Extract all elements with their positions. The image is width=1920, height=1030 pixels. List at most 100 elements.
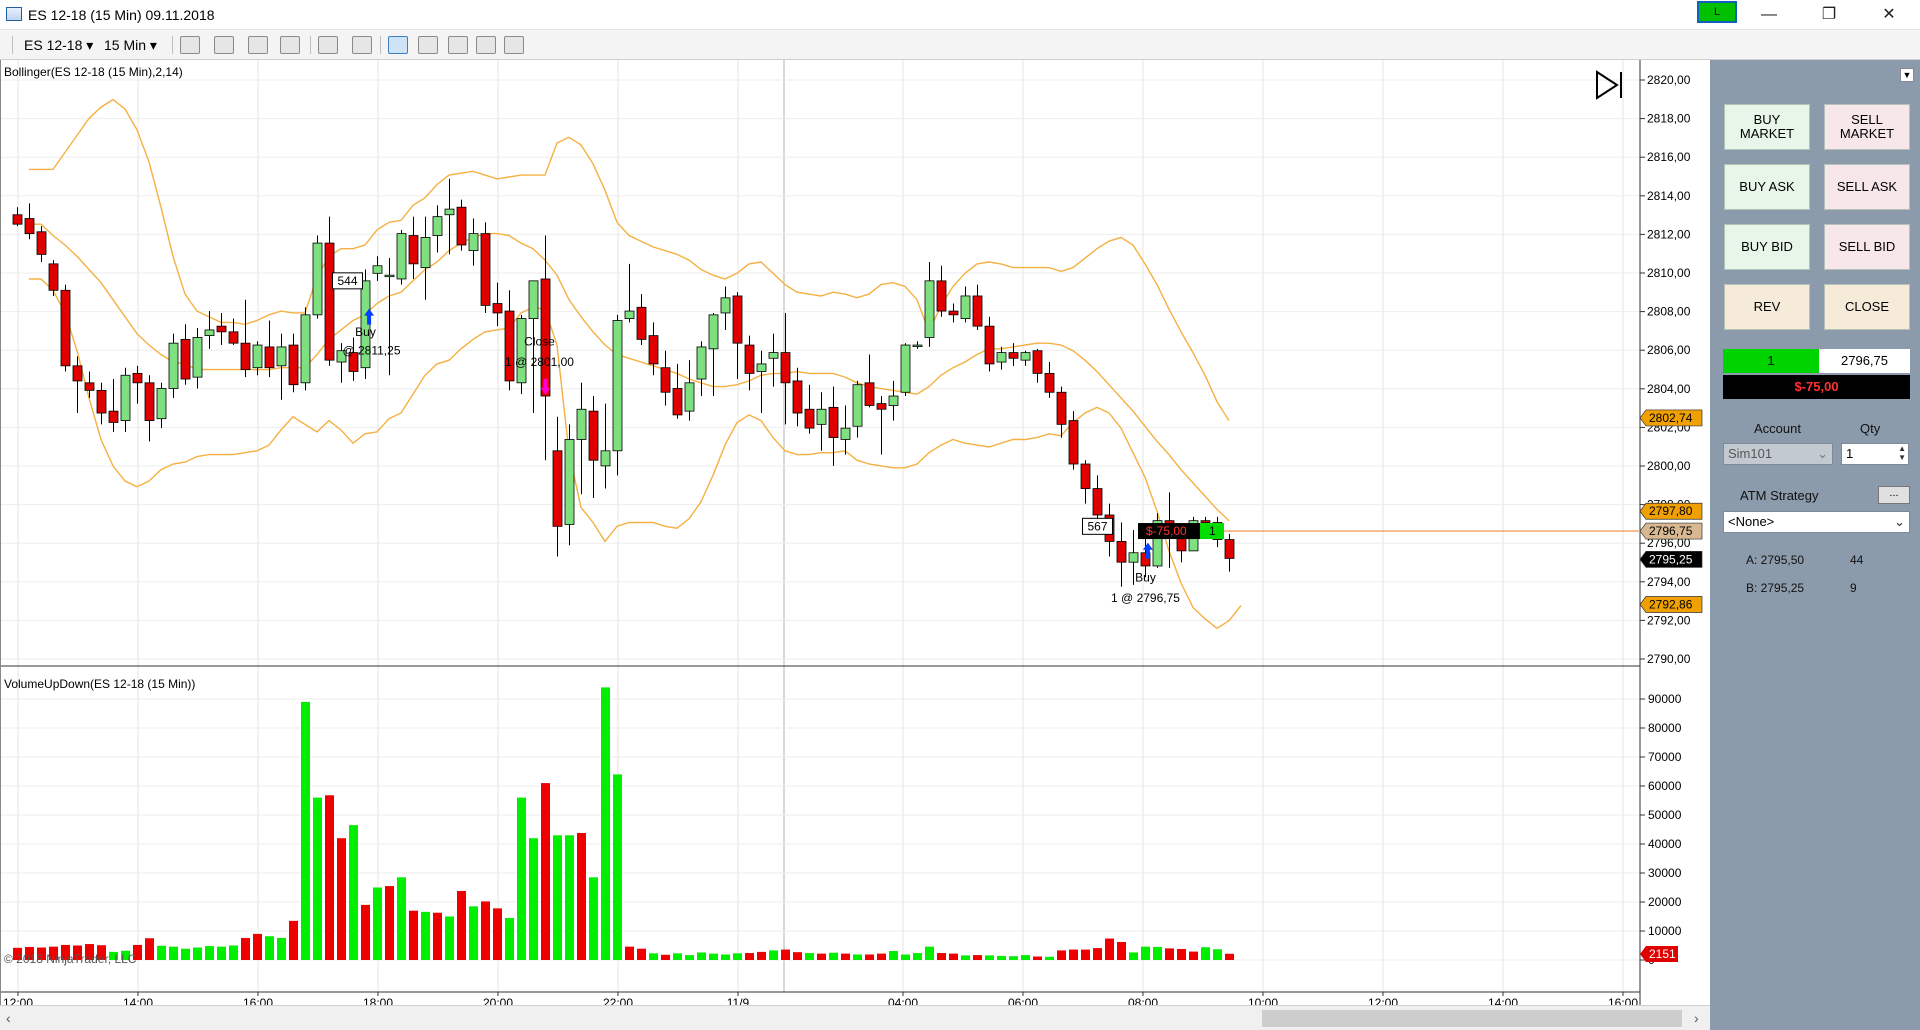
y-tick-label: 2810,00 bbox=[1647, 266, 1691, 280]
volume-bar bbox=[337, 838, 346, 960]
zoom-icon[interactable] bbox=[352, 36, 372, 54]
volume-bar bbox=[565, 835, 574, 960]
close-icon[interactable]: ✕ bbox=[1866, 0, 1912, 30]
candle-body bbox=[180, 338, 191, 380]
y-tick-label: 2806,00 bbox=[1647, 343, 1691, 357]
horizontal-scrollbar[interactable]: ‹ › bbox=[0, 1005, 1710, 1030]
buy-ask-button[interactable]: BUY ASK bbox=[1724, 164, 1810, 210]
volume-bar bbox=[505, 917, 514, 960]
reverse-button[interactable]: REV bbox=[1724, 284, 1810, 330]
volume-bar bbox=[601, 687, 610, 960]
trade-count-label: 544 bbox=[337, 274, 357, 288]
candle-body bbox=[984, 325, 995, 365]
volume-bar bbox=[673, 953, 682, 960]
grid bbox=[0, 60, 1640, 992]
buy-bid-button[interactable]: BUY BID bbox=[1724, 224, 1810, 270]
candle-body bbox=[672, 388, 683, 416]
candle-body bbox=[636, 306, 647, 340]
chart-canvas[interactable]: 12:00 14:00 16:00 18:00 20:00 22:00 11/9 04:00 0… bbox=[0, 60, 1710, 1005]
candlestick-series bbox=[12, 178, 1235, 587]
volume-bar bbox=[937, 953, 946, 960]
y-tick-label: 2794,00 bbox=[1647, 575, 1691, 589]
minimize-icon[interactable]: — bbox=[1746, 0, 1792, 30]
templates-icon[interactable] bbox=[448, 36, 468, 54]
sell-ask-button[interactable]: SELL ASK bbox=[1824, 164, 1910, 210]
unrealized-pnl: $-75,00 bbox=[1723, 375, 1910, 399]
trade-count-label: 567 bbox=[1087, 519, 1107, 533]
volume-bar bbox=[529, 838, 538, 960]
chevron-down-icon: ⌄ bbox=[1894, 514, 1905, 529]
buy-market-button[interactable]: BUY MARKET bbox=[1724, 104, 1810, 150]
volume-bar bbox=[1225, 953, 1234, 960]
price-marker-label: 2795,25 bbox=[1649, 552, 1693, 566]
volume-bar bbox=[721, 954, 730, 960]
candle-body bbox=[216, 325, 227, 333]
atm-options-button[interactable]: ... bbox=[1878, 486, 1910, 504]
atm-strategy-value: <None> bbox=[1728, 514, 1775, 529]
bollinger-bands bbox=[29, 98, 1242, 630]
candle-body bbox=[684, 382, 695, 412]
candle-body bbox=[384, 274, 395, 278]
volume-bar bbox=[289, 920, 298, 960]
volume-bar bbox=[1081, 949, 1090, 960]
volume-bar bbox=[997, 955, 1006, 960]
candle-body bbox=[48, 263, 59, 291]
candle-body bbox=[972, 295, 983, 327]
position-pnl-text: $-75,00 bbox=[1146, 524, 1187, 538]
volume-bar bbox=[829, 952, 838, 960]
y-tick-label: 60000 bbox=[1648, 779, 1682, 793]
y-tick-label: 2818,00 bbox=[1647, 112, 1691, 126]
candle-body bbox=[1044, 372, 1055, 393]
y-tick-label: 20000 bbox=[1648, 895, 1682, 909]
chart-trader-icon[interactable] bbox=[388, 36, 408, 54]
volume-bar bbox=[397, 877, 406, 960]
chart-style-icon[interactable] bbox=[180, 36, 200, 54]
volume-bar bbox=[577, 832, 586, 960]
strategy-icon[interactable] bbox=[248, 36, 268, 54]
sell-market-button[interactable]: SELL MARKET bbox=[1824, 104, 1910, 150]
money-icon[interactable] bbox=[476, 36, 496, 54]
account-select[interactable]: Sim101 ⌄ bbox=[1723, 443, 1833, 465]
price-marker-label: 2796,75 bbox=[1649, 524, 1693, 538]
volume-bar bbox=[373, 887, 382, 960]
stepper-arrows-icon[interactable]: ▲ ▼ bbox=[1898, 444, 1906, 462]
hide-icon[interactable] bbox=[280, 36, 300, 54]
volume-marker-label: 2151 bbox=[1649, 947, 1676, 961]
scroll-left-icon[interactable]: ‹ bbox=[6, 1010, 11, 1026]
volume-bar bbox=[613, 774, 622, 960]
candle-body bbox=[996, 352, 1007, 363]
quantity-stepper[interactable]: 1 ▲ ▼ bbox=[1841, 443, 1909, 465]
y-tick-label: 30000 bbox=[1648, 866, 1682, 880]
scroll-right-icon[interactable]: › bbox=[1694, 1010, 1699, 1026]
volume-bar bbox=[313, 797, 322, 960]
sell-bid-button[interactable]: SELL BID bbox=[1824, 224, 1910, 270]
candle-body bbox=[936, 280, 947, 312]
scroll-thumb[interactable] bbox=[1262, 1010, 1682, 1027]
candle-body bbox=[120, 374, 131, 421]
y-tick-label: 10000 bbox=[1648, 924, 1682, 938]
indicators-icon[interactable] bbox=[418, 36, 438, 54]
volume-bar bbox=[1117, 942, 1126, 960]
close-position-button[interactable]: CLOSE bbox=[1824, 284, 1910, 330]
drawing-tool-icon[interactable] bbox=[214, 36, 234, 54]
chart-area[interactable]: 12:00 14:00 16:00 18:00 20:00 22:00 11/9 04:00 0… bbox=[0, 60, 1710, 1005]
pointer-icon[interactable] bbox=[318, 36, 338, 54]
candle-body bbox=[1092, 488, 1103, 516]
link-button[interactable]: L bbox=[1697, 1, 1737, 23]
x-tick-label: 04:00 bbox=[888, 996, 918, 1005]
properties-icon[interactable] bbox=[504, 36, 524, 54]
collapse-icon[interactable]: ▼ bbox=[1900, 68, 1914, 82]
interval-selector[interactable]: 15 Min ▾ bbox=[104, 34, 157, 56]
volume-bar bbox=[409, 910, 418, 960]
volume-bar bbox=[889, 951, 898, 960]
instrument-selector[interactable]: ES 12-18 ▾ bbox=[24, 34, 93, 56]
atm-strategy-select[interactable]: <None> ⌄ bbox=[1723, 511, 1910, 533]
candle-body bbox=[696, 346, 707, 380]
y-tick-label: 2812,00 bbox=[1647, 227, 1691, 241]
candle-body bbox=[852, 384, 863, 427]
restore-icon[interactable]: ❐ bbox=[1806, 0, 1852, 30]
volume-bar bbox=[625, 946, 634, 960]
volume-bar bbox=[229, 945, 238, 960]
volume-bar bbox=[1153, 946, 1162, 960]
x-tick-label: 22:00 bbox=[603, 996, 633, 1005]
